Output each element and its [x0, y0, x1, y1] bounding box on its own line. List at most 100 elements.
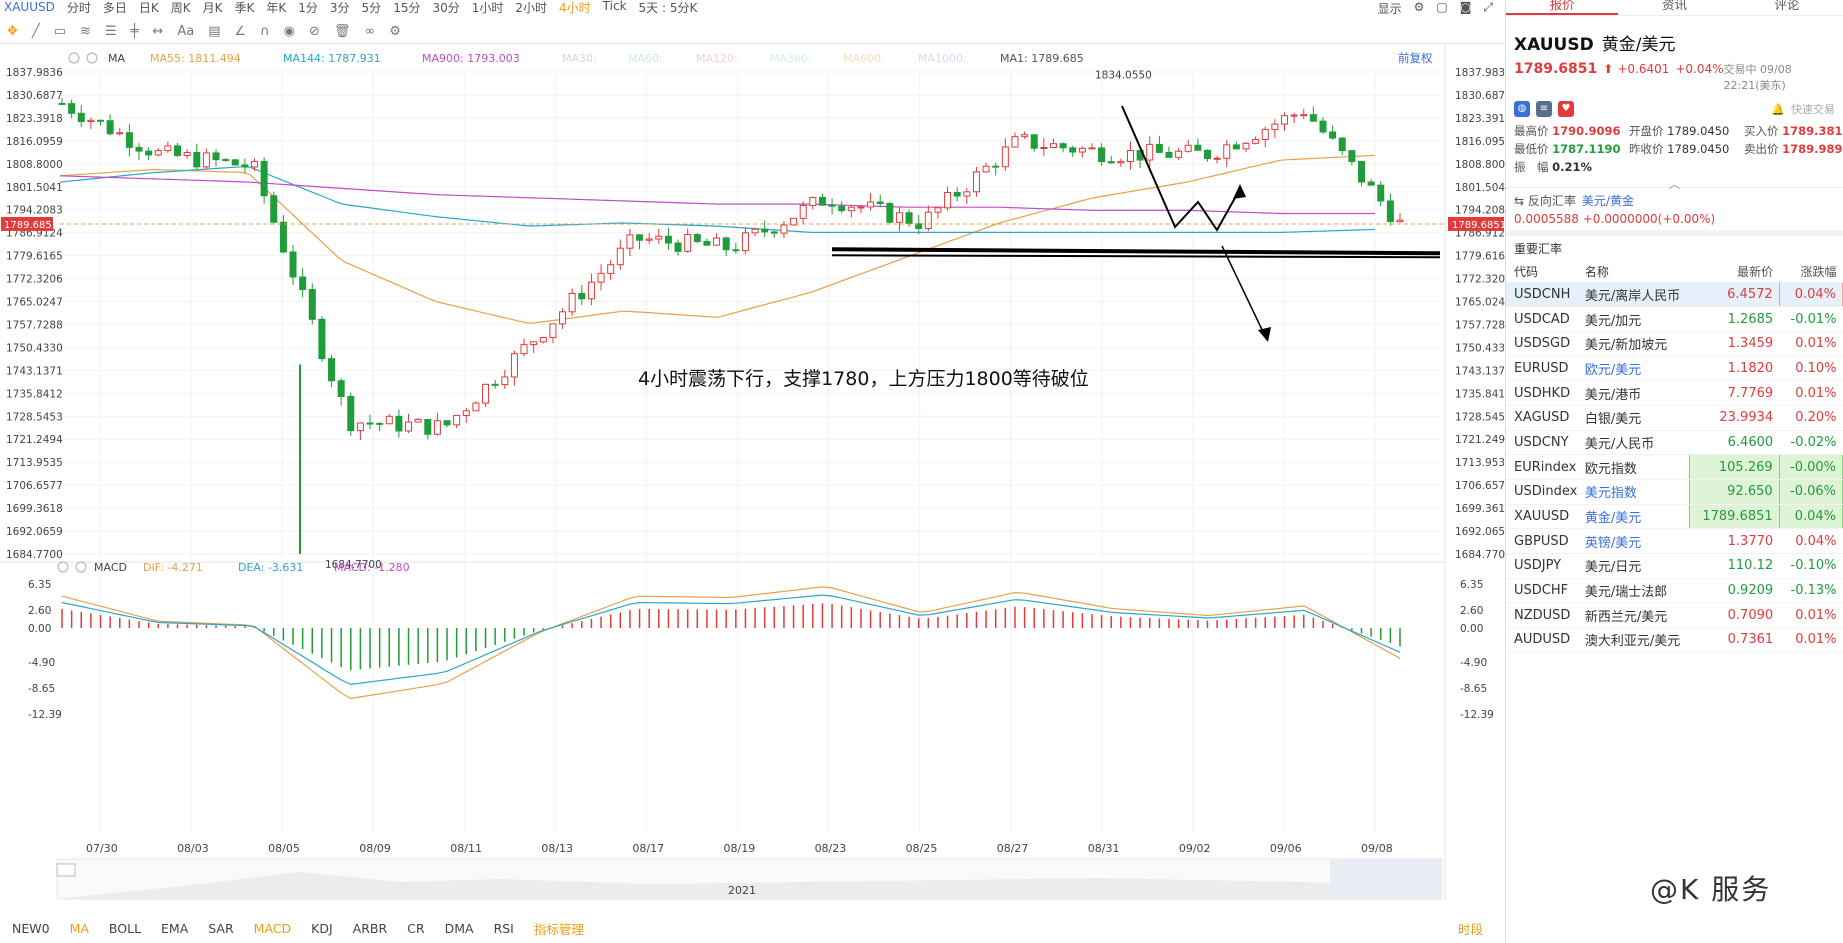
table-row[interactable]: EURUSD 欧元/美元 1.1820 0.10%: [1506, 356, 1843, 382]
chevron-up-icon[interactable]: ︿: [1506, 175, 1843, 191]
table-row[interactable]: USDindex 美元指数 92.650 -0.06%: [1506, 479, 1843, 505]
price-tick-left: 1692.0659: [6, 526, 63, 538]
period-1[interactable]: 多日: [103, 0, 127, 16]
indicator-macd[interactable]: MACD: [254, 921, 291, 936]
candle-body: [867, 201, 875, 208]
display-button[interactable]: 显示: [1378, 0, 1402, 17]
period-12[interactable]: 1小时: [472, 0, 504, 16]
period-0[interactable]: 分时: [67, 0, 91, 16]
col-price[interactable]: 最新价: [1689, 261, 1780, 283]
rate-price: 1.3459: [1689, 331, 1780, 357]
period-6[interactable]: 年K: [266, 0, 286, 16]
indicator-arbr[interactable]: ARBR: [353, 921, 388, 936]
ruler-tool-icon[interactable]: ∠: [234, 24, 246, 39]
indicator-ema[interactable]: EMA: [161, 921, 188, 936]
close-icon[interactable]: [75, 561, 87, 573]
period-10[interactable]: 15分: [393, 0, 420, 16]
table-row[interactable]: GBPUSD 英镑/美元 1.3770 0.04%: [1506, 528, 1843, 555]
rate-pct: -0.00%: [1778, 454, 1843, 480]
note-tool-icon[interactable]: ▤: [208, 24, 220, 39]
globe-icon[interactable]: ◍: [1514, 101, 1530, 117]
period-button[interactable]: 时段: [1458, 919, 1483, 938]
table-row[interactable]: EURindex 欧元指数 105.269 -0.00%: [1506, 454, 1843, 480]
settings-icon[interactable]: [57, 561, 69, 573]
text-tool-icon[interactable]: Aa: [177, 24, 194, 39]
tab-comments[interactable]: 评论: [1731, 0, 1843, 15]
table-row[interactable]: USDHKD 美元/港币 7.7769 0.01%: [1506, 380, 1843, 406]
candle-body: [193, 151, 201, 168]
tab-quote[interactable]: 报价: [1506, 0, 1619, 15]
indicator-boll[interactable]: BOLL: [109, 921, 141, 936]
table-row[interactable]: USDCNY 美元/人民币 6.4600 -0.02%: [1506, 430, 1843, 456]
layout-icon[interactable]: ▢: [1436, 0, 1447, 17]
tab-news[interactable]: 资讯: [1618, 0, 1730, 15]
indicator-ma[interactable]: MA: [70, 921, 89, 936]
settings-icon[interactable]: ⚙: [389, 24, 401, 39]
heart-icon[interactable]: ♥: [1558, 101, 1574, 117]
table-row[interactable]: USDCAD 美元/加元 1.2685 -0.01%: [1506, 306, 1843, 332]
close-icon[interactable]: [86, 52, 98, 64]
period-9[interactable]: 5分: [362, 0, 382, 16]
col-pct[interactable]: 涨跌幅: [1779, 261, 1843, 283]
table-row[interactable]: XAGUSD 白银/美元 23.9934 0.20%: [1506, 405, 1843, 431]
indicator-new0[interactable]: NEW0: [12, 921, 50, 936]
table-row[interactable]: USDCHF 美元/瑞士法郎 0.9209 -0.13%: [1506, 578, 1843, 604]
navigator-handle[interactable]: [56, 863, 76, 877]
period-5[interactable]: 季K: [235, 0, 255, 16]
table-row[interactable]: XAUUSD 黄金/美元 1789.6851 0.04%: [1506, 503, 1843, 530]
table-row[interactable]: AUDUSD 澳大利亚元/美元 0.7361 0.01%: [1506, 627, 1843, 653]
delete-icon[interactable]: 🗑: [334, 24, 351, 39]
period-16[interactable]: 5天 : 5分K: [639, 0, 698, 16]
fast-trade-button[interactable]: 🔔 快速交易: [1771, 101, 1835, 117]
rate-name: 白银/美元: [1578, 405, 1690, 431]
symbol-label[interactable]: XAUUSD: [4, 0, 55, 14]
price-tick-right: 1699.3618: [1455, 503, 1505, 515]
candle-body: [260, 160, 268, 197]
crosshair-icon[interactable]: ✥: [7, 24, 18, 39]
inverse-pair[interactable]: 美元/黄金: [1582, 194, 1634, 208]
indicator-rsi[interactable]: RSI: [494, 921, 514, 936]
list-icon[interactable]: ≡: [1536, 101, 1552, 117]
hide-icon[interactable]: ⊘: [309, 24, 320, 39]
table-row[interactable]: USDCNH 美元/离岸人民币 6.4572 0.04%: [1506, 281, 1843, 308]
macd-tick-left: 2.60: [28, 605, 51, 617]
period-13[interactable]: 2小时: [515, 0, 547, 16]
table-row[interactable]: USDSGD 美元/新加坡元 1.3459 0.01%: [1506, 331, 1843, 357]
rect-tool-icon[interactable]: ▭: [54, 24, 66, 39]
indicator-sar[interactable]: SAR: [208, 921, 233, 936]
indicator-manage-button[interactable]: 指标管理: [534, 919, 584, 938]
channel-tool-icon[interactable]: ≋: [80, 24, 91, 39]
ma-legend-1: MA55: 1811.494: [150, 52, 241, 65]
navigator-window[interactable]: [1330, 859, 1442, 899]
fib-tool-icon[interactable]: ☰: [105, 24, 117, 39]
indicator-kdj[interactable]: KDJ: [311, 921, 333, 936]
indicator-dma[interactable]: DMA: [445, 921, 474, 936]
period-7[interactable]: 1分: [298, 0, 318, 16]
arrow-tool-icon[interactable]: ↔: [152, 24, 163, 39]
eye-icon[interactable]: ◉: [284, 24, 295, 39]
candle-body: [732, 249, 740, 252]
period-3[interactable]: 周K: [171, 0, 191, 16]
settings-icon[interactable]: [68, 52, 80, 64]
line-tool-icon[interactable]: ╱: [32, 24, 40, 39]
indicator-cr[interactable]: CR: [407, 921, 424, 936]
period-11[interactable]: 30分: [432, 0, 459, 16]
period-8[interactable]: 3分: [330, 0, 350, 16]
rate-code: XAGUSD: [1506, 405, 1579, 431]
chart-area[interactable]: 1837.9836 1837.9836 1830.6877 1830.6877 1823…: [0, 44, 1512, 900]
candle-body: [510, 353, 518, 378]
gann-tool-icon[interactable]: ╪: [131, 24, 139, 39]
price-tick-left: 1750.4330: [6, 342, 63, 354]
table-row[interactable]: USDJPY 美元/日元 110.12 -0.10%: [1506, 553, 1843, 579]
candle-body: [876, 201, 884, 204]
period-4[interactable]: 月K: [203, 0, 223, 16]
fullscreen-icon[interactable]: ⤢: [1483, 0, 1493, 17]
settings-icon[interactable]: ⚙: [1414, 0, 1425, 17]
link-icon[interactable]: ∞: [364, 24, 375, 39]
period-15[interactable]: Tick: [603, 0, 627, 16]
period-14[interactable]: 4小时: [559, 0, 591, 16]
magnet-icon[interactable]: ∩: [260, 24, 270, 39]
table-row[interactable]: NZDUSD 新西兰元/美元 0.7090 0.01%: [1506, 602, 1843, 629]
period-2[interactable]: 日K: [139, 0, 159, 16]
camera-icon[interactable]: ◙: [1460, 0, 1472, 17]
